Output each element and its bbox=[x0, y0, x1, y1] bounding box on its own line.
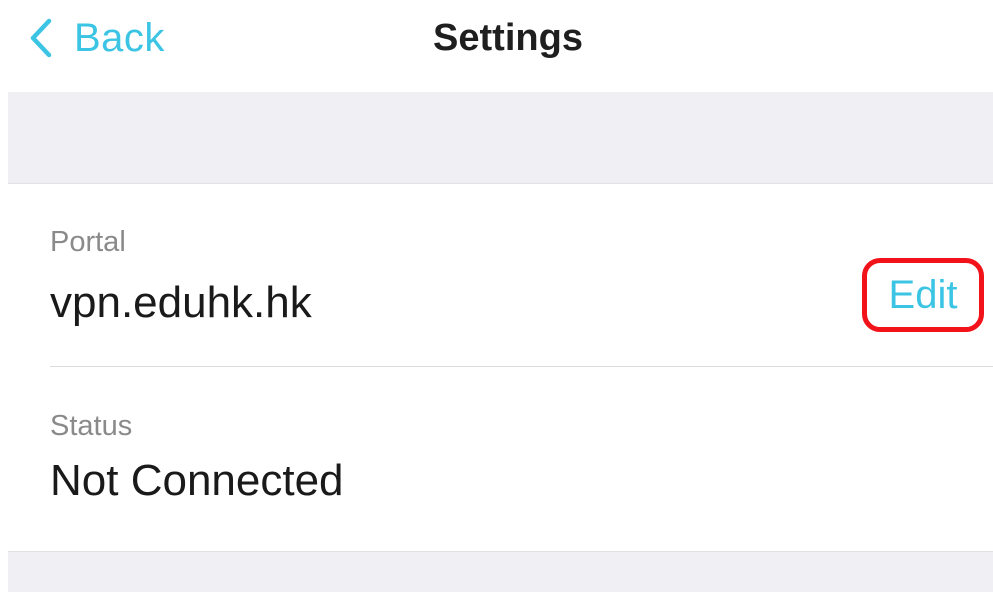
section-spacer-top bbox=[8, 92, 993, 184]
status-value: Not Connected bbox=[50, 456, 344, 505]
status-row: Status Not Connected bbox=[8, 367, 993, 551]
page-title: Settings bbox=[433, 17, 583, 59]
navigation-bar: Back Settings bbox=[0, 0, 993, 92]
settings-screen: Back Settings Portal vpn.eduhk.hk Edit S… bbox=[0, 0, 993, 592]
portal-row: Portal vpn.eduhk.hk bbox=[8, 184, 993, 366]
status-label: Status bbox=[50, 410, 133, 442]
portal-label: Portal bbox=[50, 226, 126, 258]
section-spacer-bottom bbox=[8, 551, 993, 592]
portal-value: vpn.eduhk.hk bbox=[50, 278, 312, 327]
edit-portal-button[interactable]: Edit bbox=[862, 258, 984, 332]
